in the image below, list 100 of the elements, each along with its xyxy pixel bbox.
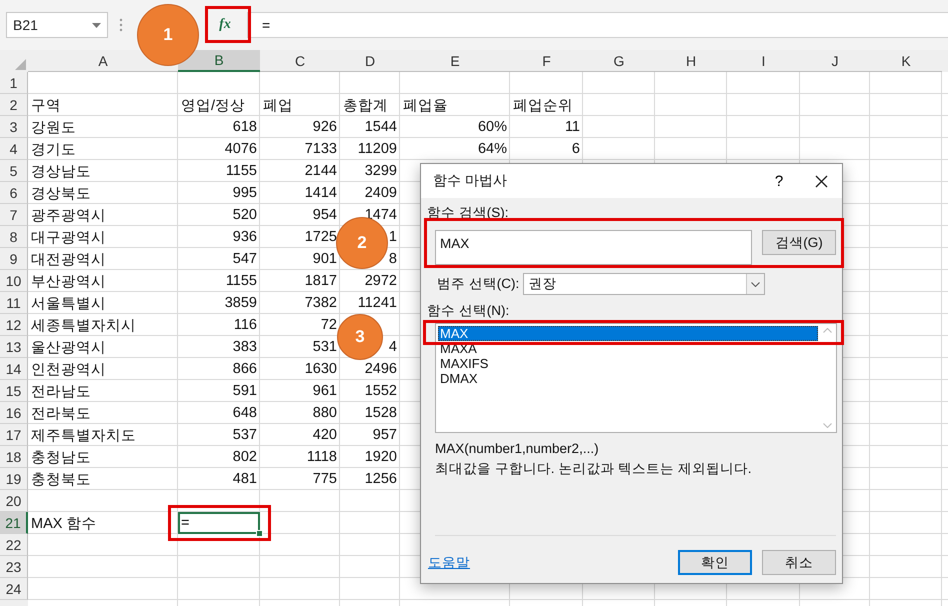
row-header[interactable]: 4 <box>0 138 28 160</box>
function-list-item[interactable]: MAX <box>438 326 818 341</box>
row-header[interactable]: 17 <box>0 424 28 446</box>
row-header[interactable]: 3 <box>0 116 28 138</box>
row-header[interactable]: 8 <box>0 226 28 248</box>
column-header[interactable]: K <box>901 52 911 68</box>
column-header[interactable]: A <box>98 52 108 68</box>
table-cell: 926 <box>312 119 337 135</box>
table-cell-text: 충청남도 <box>31 448 91 466</box>
row-header[interactable]: 20 <box>0 490 28 512</box>
table-cell-text: 영업/정상 <box>181 96 246 114</box>
table-cell: 802 <box>232 449 257 465</box>
table-cell: 11209 <box>358 141 397 157</box>
table-cell: 648 <box>232 405 257 421</box>
row-header[interactable]: 14 <box>0 358 28 380</box>
column-header[interactable]: B <box>178 50 260 72</box>
table-cell: 531 <box>312 339 337 355</box>
table-cell: 995 <box>232 185 257 201</box>
name-box[interactable]: B21 <box>6 12 108 38</box>
table-cell: 72 <box>320 317 337 333</box>
row-header[interactable]: 6 <box>0 182 28 204</box>
table-cell: 1414 <box>304 185 337 201</box>
table-cell: 961 <box>312 383 337 399</box>
table-cell: 1552 <box>364 383 397 399</box>
table-cell-text: 대구광역시 <box>31 228 106 246</box>
column-header[interactable]: J <box>832 52 838 68</box>
function-list-item[interactable]: MAXIFS <box>438 356 818 371</box>
table-cell: 1544 <box>364 119 397 135</box>
table-cell-text: 충청북도 <box>31 470 91 488</box>
column-header[interactable]: G <box>614 52 624 68</box>
table-cell: 4076 <box>224 141 257 157</box>
table-cell-text: 경기도 <box>31 140 76 158</box>
row-header[interactable]: 5 <box>0 160 28 182</box>
table-cell-text: 광주광역시 <box>31 206 106 224</box>
function-syntax: MAX(number1,number2,...) <box>435 440 599 458</box>
search-field[interactable]: MAX <box>435 230 752 265</box>
row-header[interactable]: 7 <box>0 204 28 226</box>
row-header[interactable]: 16 <box>0 402 28 424</box>
column-header[interactable]: I <box>762 52 766 68</box>
table-cell: 11 <box>564 119 580 135</box>
row-header[interactable]: 10 <box>0 270 28 292</box>
table-cell: 3299 <box>364 163 397 179</box>
formula-field[interactable]: = <box>247 12 948 38</box>
table-cell: 1725 <box>304 229 337 245</box>
row-header[interactable]: 2 <box>0 94 28 116</box>
search-button[interactable]: 검색(G) <box>762 230 836 255</box>
row-header[interactable]: 1 <box>0 72 28 94</box>
table-cell: 481 <box>232 471 257 487</box>
chevron-down-icon[interactable] <box>751 282 760 286</box>
table-cell: 880 <box>312 405 337 421</box>
row-header[interactable]: 9 <box>0 248 28 270</box>
row-header[interactable]: 22 <box>0 534 28 556</box>
row-header[interactable]: 13 <box>0 336 28 358</box>
help-link[interactable]: 도움말 <box>428 554 470 572</box>
column-header[interactable]: E <box>450 52 460 68</box>
table-cell: 420 <box>312 427 337 443</box>
dialog-button[interactable]: 확인 <box>678 550 752 575</box>
table-cell-text: 경상북도 <box>31 184 91 202</box>
column-header[interactable]: C <box>294 52 306 68</box>
table-cell: 64% <box>478 141 507 157</box>
table-cell-text: 전라북도 <box>31 404 91 422</box>
row-header[interactable]: 11 <box>0 292 28 314</box>
row-header[interactable]: 18 <box>0 446 28 468</box>
table-cell: 4 <box>388 339 397 355</box>
table-cell-text: MAX 함수 <box>31 514 96 532</box>
table-cell: 7133 <box>304 141 337 157</box>
row-header[interactable]: 23 <box>0 556 28 578</box>
row-header[interactable]: 19 <box>0 468 28 490</box>
table-cell: 936 <box>232 229 257 245</box>
table-cell-text: 폐업율 <box>403 96 448 114</box>
table-cell: 3859 <box>224 295 257 311</box>
highlight-frame <box>205 6 251 43</box>
table-cell-text: 강원도 <box>31 118 76 136</box>
category-dropdown[interactable]: 권장 <box>523 273 766 295</box>
table-cell: 1630 <box>304 361 337 377</box>
table-cell-text: 폐업 <box>263 96 293 114</box>
row-header[interactable]: 21 <box>0 512 28 534</box>
caret-icon[interactable] <box>92 22 101 28</box>
dialog-button[interactable]: 취소 <box>762 550 836 575</box>
row-header[interactable]: 12 <box>0 314 28 336</box>
help-button[interactable]: ? <box>764 166 794 196</box>
table-cell: 866 <box>232 361 257 377</box>
column-header[interactable]: H <box>686 52 696 68</box>
table-cell: 1920 <box>364 449 397 465</box>
row-header[interactable]: 24 <box>0 578 28 600</box>
grip-icon <box>119 18 123 32</box>
row-header[interactable]: 15 <box>0 380 28 402</box>
table-cell: 11241 <box>358 295 397 311</box>
table-cell: 591 <box>232 383 257 399</box>
table-cell-text: 전라남도 <box>31 382 91 400</box>
function-list-item[interactable]: DMAX <box>438 371 818 386</box>
table-cell: 775 <box>312 471 337 487</box>
insert-function-button[interactable]: fx <box>205 12 245 38</box>
column-header[interactable]: D <box>364 52 376 68</box>
table-cell: 2972 <box>364 273 397 289</box>
column-header[interactable]: F <box>542 52 551 68</box>
close-icon[interactable] <box>814 174 828 188</box>
table-cell: 1155 <box>226 163 257 179</box>
active-cell[interactable]: = <box>178 512 260 534</box>
table-cell-text: 총합계 <box>343 96 388 114</box>
